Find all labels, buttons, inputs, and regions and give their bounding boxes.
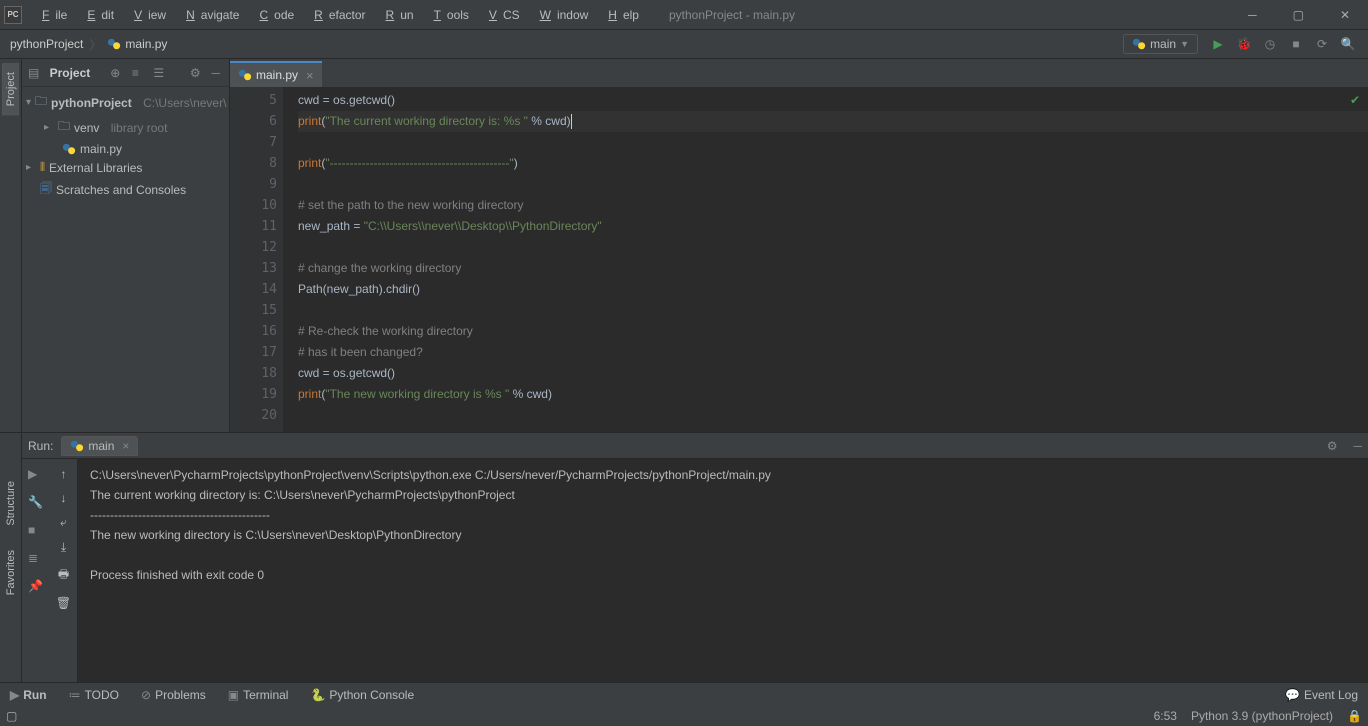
python-icon (70, 439, 84, 453)
terminal-tool-tab[interactable]: ▣Terminal (224, 686, 293, 704)
menu-help[interactable]: Help (596, 6, 645, 24)
navigation-bar: pythonProject 〉 main.py main ▼ ▶ 🐞 ◷ ■ ⟳… (0, 29, 1368, 59)
console-output[interactable]: C:\Users\never\PycharmProjects\pythonPro… (78, 459, 1368, 682)
minimize-button[interactable]: ─ (1242, 8, 1263, 22)
menu-navigate[interactable]: Navigate (174, 6, 245, 24)
lock-icon[interactable]: 🔒 (1347, 709, 1362, 723)
python-icon (1132, 37, 1146, 51)
run-settings-icon[interactable]: ⚙ (1327, 439, 1338, 453)
modify-run-config-button[interactable]: 🔧 (28, 495, 44, 511)
run-tab-main[interactable]: main × (61, 436, 138, 456)
breadcrumb-file[interactable]: main.py (103, 37, 171, 51)
print-button[interactable]: 🖶 (58, 565, 69, 586)
editor: main.py × 567891011121314151617181920 cw… (230, 59, 1368, 432)
chevron-down-icon: ▼ (1180, 39, 1189, 49)
menu-code[interactable]: Code (247, 6, 300, 24)
library-icon: ⫴ (40, 160, 45, 175)
breadcrumb-project[interactable]: pythonProject (6, 37, 87, 51)
python-file-icon (107, 37, 121, 51)
debug-button[interactable]: 🐞 (1236, 36, 1252, 52)
settings-icon[interactable]: ⚙ (190, 66, 202, 80)
tree-external-libraries[interactable]: ▸ ⫴ External Libraries (22, 158, 229, 177)
app-logo: PC (4, 6, 22, 24)
collapse-all-icon[interactable]: ☰ (153, 66, 165, 80)
menu-tools[interactable]: Tools (422, 6, 475, 24)
tree-venv[interactable]: ▸ 🗀 venv library root (22, 115, 229, 140)
event-log-tool-tab[interactable]: 💬Event Log (1281, 686, 1362, 704)
editor-tab-main[interactable]: main.py × (230, 61, 322, 87)
search-everywhere-button[interactable]: 🔍 (1340, 36, 1356, 52)
menu-view[interactable]: View (122, 6, 172, 24)
clear-all-button[interactable]: 🗑 (56, 596, 71, 610)
code-area[interactable]: cwd = os.getcwd()print("The current work… (284, 87, 1368, 432)
maximize-button[interactable]: ▢ (1287, 8, 1310, 22)
folder-icon: 🗀 (35, 92, 47, 113)
status-toggle-icon[interactable]: ▢ (6, 709, 17, 723)
close-run-tab-icon[interactable]: × (122, 439, 129, 453)
favorites-tool-tab[interactable]: Favorites (3, 542, 19, 603)
cursor-position[interactable]: 6:53 (1154, 709, 1177, 723)
menu-run[interactable]: Run (374, 6, 420, 24)
run-tool-window: Structure Favorites Run: main × ⚙ ─ ▶ 🔧 … (0, 432, 1368, 682)
statusbar: ▢ 6:53 Python 3.9 (pythonProject) 🔒 (0, 706, 1368, 726)
close-button[interactable]: ✕ (1334, 8, 1356, 22)
down-stack-button[interactable]: ↓ (61, 491, 67, 505)
breadcrumb-separator: 〉 (89, 36, 101, 53)
pin-tab-button[interactable]: 📌 (28, 579, 44, 595)
menu-edit[interactable]: Edit (75, 6, 120, 24)
project-panel-title: Project (50, 66, 91, 80)
tree-project-root[interactable]: ▾ 🗀 pythonProject C:\Users\never\ (22, 90, 229, 115)
bottom-tool-stripe: ▶Run ≔TODO ⊘Problems ▣Terminal 🐍Python C… (0, 682, 1368, 706)
left-tool-window-stripe: Project (0, 59, 22, 432)
scroll-to-end-button[interactable]: ⤓ (61, 540, 66, 555)
menu-refactor[interactable]: Refactor (302, 6, 371, 24)
structure-tool-tab[interactable]: Structure (3, 473, 19, 534)
project-view-icon: ▤ (28, 66, 40, 80)
tree-scratches[interactable]: 🗐 Scratches and Consoles (22, 177, 229, 202)
editor-gutter[interactable]: 567891011121314151617181920 (230, 87, 284, 432)
run-tool-tab[interactable]: ▶Run (6, 686, 51, 704)
project-tool-window: ▤ Project ⊕ ≡ ☰ ⚙ ─ ▾ 🗀 pythonProject C:… (22, 59, 230, 432)
run-panel-label: Run: (28, 439, 53, 453)
soft-wrap-button[interactable]: ⤶ (60, 515, 67, 530)
problems-tool-tab[interactable]: ⊘Problems (137, 686, 210, 704)
menu-vcs[interactable]: VCS (477, 6, 526, 24)
scratch-icon: 🗐 (40, 179, 52, 200)
folder-icon: 🗀 (58, 117, 70, 138)
run-button[interactable]: ▶ (1210, 36, 1226, 52)
titlebar: PC FileEditViewNavigateCodeRefactorRunTo… (0, 0, 1368, 29)
locate-icon[interactable]: ⊕ (110, 66, 122, 80)
python-file-icon (238, 68, 252, 82)
stop-run-button[interactable]: ■ (28, 523, 44, 539)
rerun-button[interactable]: ▶ (28, 467, 44, 483)
close-tab-icon[interactable]: × (306, 68, 314, 83)
editor-tabstrip: main.py × (230, 59, 1368, 87)
project-tool-tab[interactable]: Project (2, 63, 19, 115)
expand-all-icon[interactable]: ≡ (132, 66, 144, 80)
hide-icon[interactable]: ─ (211, 66, 223, 80)
project-tree: ▾ 🗀 pythonProject C:\Users\never\ ▸ 🗀 ve… (22, 87, 229, 432)
run-config-selector[interactable]: main ▼ (1123, 34, 1198, 54)
up-stack-button[interactable]: ↑ (61, 467, 67, 481)
coverage-button[interactable]: ◷ (1262, 36, 1278, 52)
menu-file[interactable]: File (30, 6, 73, 24)
menu-window[interactable]: Window (528, 6, 595, 24)
main-menu: FileEditViewNavigateCodeRefactorRunTools… (30, 6, 645, 24)
run-hide-icon[interactable]: ─ (1353, 439, 1362, 453)
window-title: pythonProject - main.py (669, 8, 795, 22)
python-interpreter[interactable]: Python 3.9 (pythonProject) (1191, 709, 1333, 723)
update-button[interactable]: ⟳ (1314, 36, 1330, 52)
dump-threads-button[interactable]: ≣ (28, 551, 44, 567)
stop-button[interactable]: ■ (1288, 36, 1304, 52)
inspection-ok-icon[interactable]: ✔ (1350, 93, 1360, 107)
tree-main-file[interactable]: main.py (22, 140, 229, 158)
python-console-tool-tab[interactable]: 🐍Python Console (306, 686, 418, 704)
todo-tool-tab[interactable]: ≔TODO (65, 686, 123, 704)
python-file-icon (62, 142, 76, 156)
